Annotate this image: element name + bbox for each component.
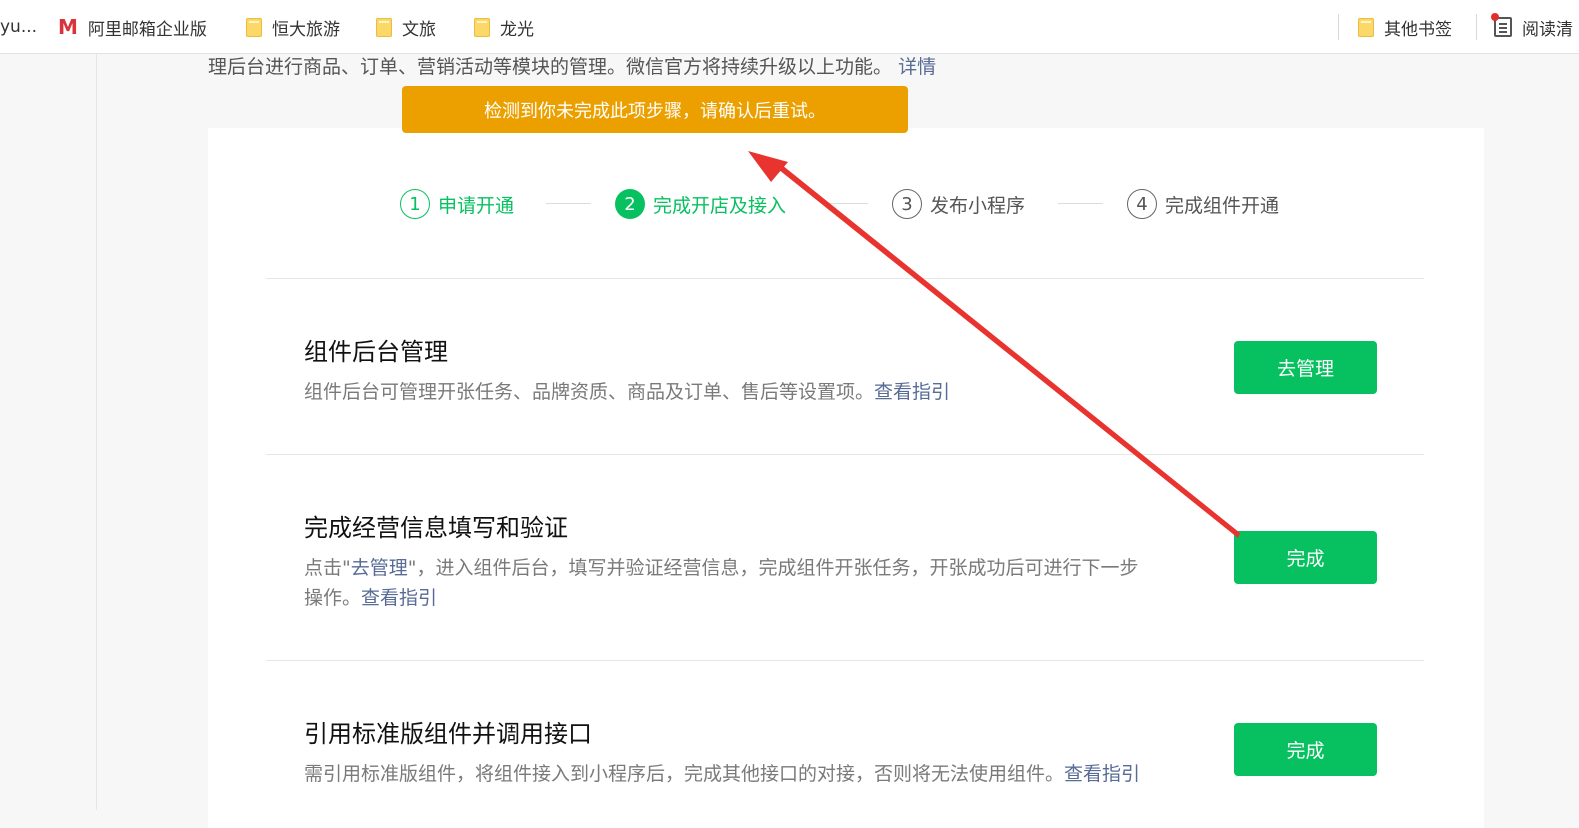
inline-manage-link[interactable]: 去管理 (351, 557, 408, 579)
desc-fragment: 操作。 (304, 587, 362, 609)
bookmark-label: 阿里邮箱企业版 (87, 19, 207, 40)
complete-button[interactable]: 完成 (1234, 531, 1377, 584)
bookmark-truncated-label: yu... (0, 17, 38, 37)
bookmark-label: 文旅 (402, 19, 436, 40)
section-desc-text: 需引用标准版组件，将组件接入到小程序后，完成其他接口的对接，否则将无法使用组件。 (304, 763, 1065, 785)
bookmarks-bar: yu... M 阿里邮箱企业版 恒大旅游 文旅 龙光 其他书签 阅读清 (0, 0, 1579, 54)
folder-icon (474, 17, 490, 37)
guide-link[interactable]: 查看指引 (874, 381, 950, 403)
section-divider (266, 660, 1424, 661)
bookmark-truncated[interactable]: yu... (0, 0, 37, 54)
step-complete-component: 4 完成组件开通 (1127, 187, 1279, 221)
bookmark-longguang[interactable]: 龙光 (474, 0, 534, 54)
step-connector (822, 203, 868, 204)
intro-text: 理后台进行商品、订单、营销活动等模块的管理。微信官方将持续升级以上功能。 详情 (208, 52, 936, 79)
step-label: 申请开通 (438, 194, 515, 217)
step-number: 3 (892, 189, 922, 219)
step-number: 4 (1127, 189, 1157, 219)
section-desc-text: 组件后台可管理开张任务、品牌资质、商品及订单、售后等设置项。 (304, 381, 875, 403)
desc-fragment: 点击" (304, 557, 351, 579)
step-connector (1058, 203, 1103, 204)
bookmark-wenlv[interactable]: 文旅 (376, 0, 436, 54)
bookmark-hengda[interactable]: 恒大旅游 (246, 0, 340, 54)
step-number: 2 (615, 189, 645, 219)
bookmarks-separator (1476, 14, 1477, 40)
notification-dot (1491, 13, 1499, 21)
details-link[interactable]: 详情 (898, 56, 936, 78)
section-description: 点击"去管理"，进入组件后台，填写并验证经营信息，完成组件开张任务，开张成功后可… (304, 553, 1234, 613)
left-gutter-line (96, 54, 97, 810)
bookmark-label: 其他书签 (1384, 19, 1452, 40)
folder-icon (246, 17, 262, 37)
section-title: 组件后台管理 (304, 338, 448, 366)
intro-body: 理后台进行商品、订单、营销活动等模块的管理。微信官方将持续升级以上功能。 (208, 56, 893, 78)
folder-icon (1358, 17, 1374, 37)
step-label: 发布小程序 (930, 194, 1026, 217)
section-description: 组件后台可管理开张任务、品牌资质、商品及订单、售后等设置项。查看指引 (304, 377, 1214, 407)
step-connector (546, 203, 591, 204)
step-open-shop: 2 完成开店及接入 (615, 187, 786, 221)
manage-button[interactable]: 去管理 (1234, 341, 1377, 394)
section-divider (266, 278, 1424, 279)
bookmark-alimail[interactable]: M 阿里邮箱企业版 (58, 0, 207, 54)
complete-button[interactable]: 完成 (1234, 723, 1377, 776)
reading-list-button[interactable]: 阅读清 (1491, 0, 1573, 54)
reading-list-icon (1491, 13, 1512, 37)
section-desc-line1: 点击"去管理"，进入组件后台，填写并验证经营信息，完成组件开张任务，开张成功后可… (304, 553, 1234, 583)
step-label: 完成组件开通 (1165, 194, 1280, 217)
folder-icon (376, 17, 392, 37)
section-description: 需引用标准版组件，将组件接入到小程序后，完成其他接口的对接，否则将无法使用组件。… (304, 759, 1234, 789)
bookmarks-separator (1338, 14, 1339, 40)
section-title: 完成经营信息填写和验证 (304, 514, 568, 542)
toast-message: 检测到你未完成此项步骤，请确认后重试。 (484, 100, 826, 122)
mail-logo-icon: M (58, 15, 78, 39)
step-publish-miniprogram: 3 发布小程序 (892, 187, 1025, 221)
warning-toast: 检测到你未完成此项步骤，请确认后重试。 (402, 86, 908, 133)
step-apply: 1 申请开通 (400, 187, 514, 221)
step-label: 完成开店及接入 (653, 194, 787, 217)
bookmark-label: 恒大旅游 (272, 19, 340, 40)
reading-list-label: 阅读清 (1522, 19, 1573, 40)
step-number: 1 (400, 189, 430, 219)
section-desc-line2: 操作。查看指引 (304, 583, 1234, 613)
section-divider (266, 454, 1424, 455)
guide-link[interactable]: 查看指引 (1064, 763, 1140, 785)
bookmark-other[interactable]: 其他书签 (1358, 0, 1452, 54)
desc-fragment: "，进入组件后台，填写并验证经营信息，完成组件开张任务，开张成功后可进行下一步 (407, 557, 1139, 579)
section-title: 引用标准版组件并调用接口 (304, 720, 592, 748)
bookmark-label: 龙光 (500, 19, 534, 40)
guide-link[interactable]: 查看指引 (361, 587, 437, 609)
